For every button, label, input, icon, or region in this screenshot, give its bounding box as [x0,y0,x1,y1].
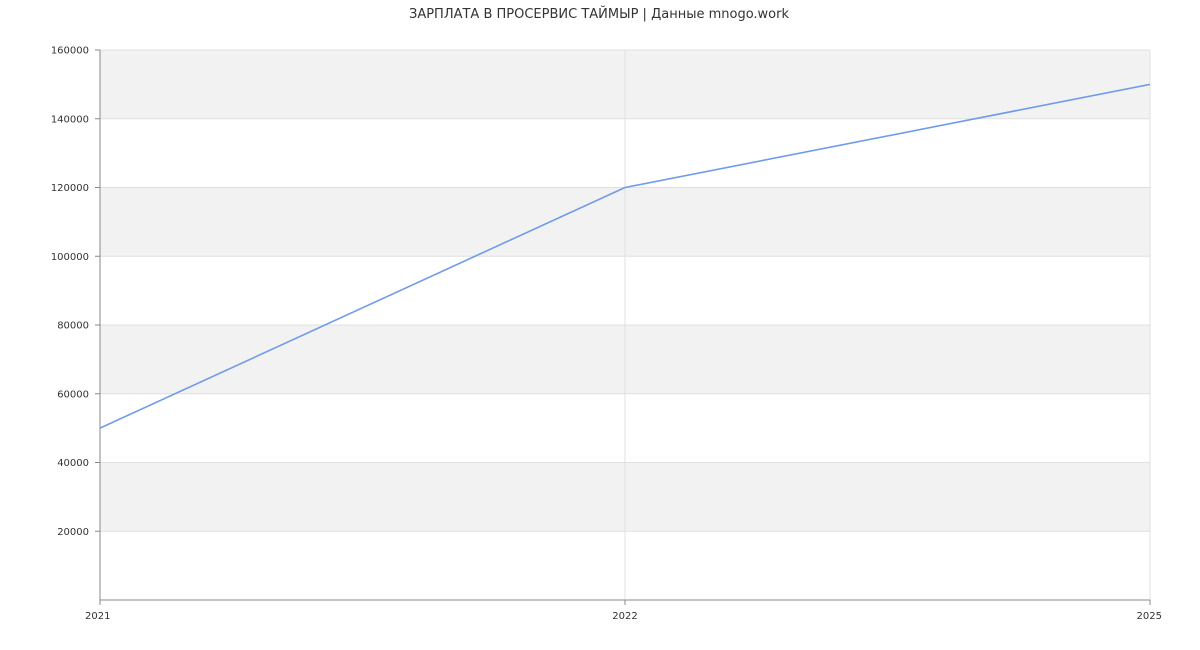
y-tick-label: 60000 [57,389,89,400]
chart-title: ЗАРПЛАТА В ПРОСЕРВИС ТАЙМЫР | Данные mno… [409,6,789,22]
y-tick-label: 80000 [57,321,89,332]
y-axis-tick-labels: 20000 40000 60000 80000 100000 120000 140000 16… [51,46,89,538]
y-tick-label: 20000 [57,527,89,538]
salary-line-chart: 20000 40000 60000 80000 100000 120000 140000 16… [51,6,1162,622]
x-axis-tick-labels: 2021 2022 2025 [85,611,1162,622]
x-tick-label: 2022 [612,611,637,622]
y-tick-label: 100000 [51,252,89,263]
x-tick-label: 2021 [85,611,110,622]
y-tick-label: 160000 [51,46,89,57]
y-tick-label: 140000 [51,114,89,125]
y-tick-label: 40000 [57,458,89,469]
y-tick-label: 120000 [51,183,89,194]
x-tick-label: 2025 [1137,611,1162,622]
